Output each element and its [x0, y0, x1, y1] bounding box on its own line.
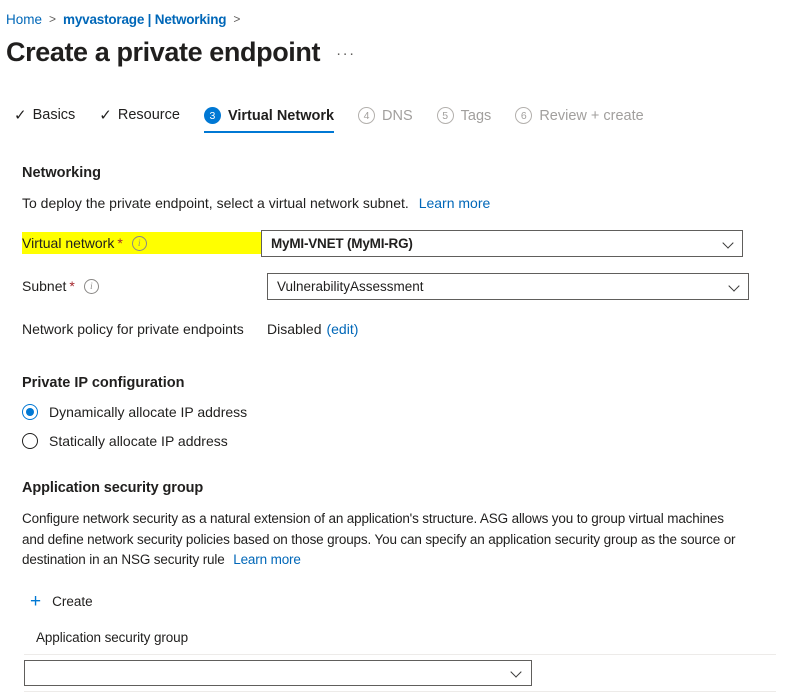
tab-resource[interactable]: ✓ Resource: [99, 107, 180, 132]
step-number-badge: 5: [437, 107, 454, 124]
subnet-row: Subnet * i VulnerabilityAssessment: [22, 273, 790, 299]
tab-label: Tags: [461, 108, 492, 124]
virtual-network-label: Virtual network * i: [22, 232, 261, 254]
networking-description: To deploy the private endpoint, select a…: [22, 193, 790, 213]
asg-dropdown-container: [22, 655, 790, 691]
network-policy-row: Network policy for private endpoints Dis…: [22, 316, 790, 342]
breadcrumb-separator-2: >: [233, 12, 240, 26]
tab-label: Resource: [118, 107, 180, 123]
network-policy-edit-link[interactable]: (edit): [326, 321, 358, 337]
subnet-label: Subnet * i: [22, 278, 267, 294]
check-icon: ✓: [14, 108, 27, 123]
virtual-network-dropdown[interactable]: MyMI-VNET (MyMI-RG): [261, 230, 743, 257]
plus-icon: +: [30, 592, 41, 611]
chevron-down-icon: [511, 667, 522, 678]
radio-label: Statically allocate IP address: [49, 433, 228, 449]
check-icon: ✓: [99, 108, 112, 123]
virtual-network-label-text: Virtual network: [22, 235, 114, 251]
asg-description-text: Configure network security as a natural …: [22, 511, 735, 567]
asg-field-label: Application security group: [22, 630, 790, 645]
wizard-tabs: ✓ Basics ✓ Resource 3 Virtual Network 4 …: [0, 107, 810, 143]
chevron-down-icon: [729, 281, 740, 292]
breadcrumb: Home > myvastorage | Networking >: [0, 0, 810, 29]
breadcrumb-separator-1: >: [49, 12, 56, 26]
radio-static-allocate[interactable]: Statically allocate IP address: [22, 433, 790, 449]
radio-label: Dynamically allocate IP address: [49, 404, 247, 420]
info-icon[interactable]: i: [84, 279, 99, 294]
step-number-badge: 6: [515, 107, 532, 124]
breadcrumb-resource[interactable]: myvastorage | Networking: [63, 12, 226, 27]
tab-virtual-network[interactable]: 3 Virtual Network: [204, 107, 334, 133]
virtual-network-row: Virtual network * i MyMI-VNET (MyMI-RG): [22, 230, 790, 256]
tab-label: Review + create: [539, 108, 643, 124]
tab-dns[interactable]: 4 DNS: [358, 107, 413, 133]
radio-button-icon: [22, 433, 38, 449]
subnet-label-text: Subnet: [22, 278, 66, 294]
main-content: Networking To deploy the private endpoin…: [0, 165, 810, 692]
subnet-dropdown[interactable]: VulnerabilityAssessment: [267, 273, 749, 300]
tab-label: DNS: [382, 108, 413, 124]
required-asterisk: *: [69, 278, 74, 294]
asg-learn-more-link[interactable]: Learn more: [233, 552, 301, 567]
radio-dynamic-allocate[interactable]: Dynamically allocate IP address: [22, 404, 790, 420]
tab-review-create[interactable]: 6 Review + create: [515, 107, 643, 133]
subnet-value: VulnerabilityAssessment: [277, 279, 424, 294]
asg-heading: Application security group: [22, 480, 790, 496]
page-title: Create a private endpoint: [6, 37, 320, 68]
network-policy-value: Disabled: [267, 321, 321, 337]
create-asg-label: Create: [52, 594, 93, 609]
asg-dropdown[interactable]: [24, 660, 532, 686]
radio-button-selected-icon: [22, 404, 38, 420]
step-number-badge: 3: [204, 107, 221, 124]
breadcrumb-home[interactable]: Home: [6, 12, 42, 27]
networking-heading: Networking: [22, 165, 790, 181]
tab-label: Basics: [33, 107, 76, 123]
networking-description-text: To deploy the private endpoint, select a…: [22, 195, 409, 211]
learn-more-link[interactable]: Learn more: [419, 195, 491, 211]
asg-description: Configure network security as a natural …: [22, 509, 738, 571]
virtual-network-value: MyMI-VNET (MyMI-RG): [271, 236, 413, 251]
tab-tags[interactable]: 5 Tags: [437, 107, 492, 133]
more-options-icon[interactable]: ···: [336, 45, 356, 62]
step-number-badge: 4: [358, 107, 375, 124]
private-ip-heading: Private IP configuration: [22, 375, 790, 391]
page-header: Create a private endpoint ···: [0, 29, 810, 68]
tab-basics[interactable]: ✓ Basics: [14, 107, 75, 132]
create-asg-button[interactable]: + Create: [22, 592, 790, 611]
tab-label: Virtual Network: [228, 108, 334, 124]
info-icon[interactable]: i: [132, 236, 147, 251]
network-policy-label: Network policy for private endpoints: [22, 321, 267, 337]
chevron-down-icon: [723, 238, 734, 249]
required-asterisk: *: [117, 235, 122, 251]
